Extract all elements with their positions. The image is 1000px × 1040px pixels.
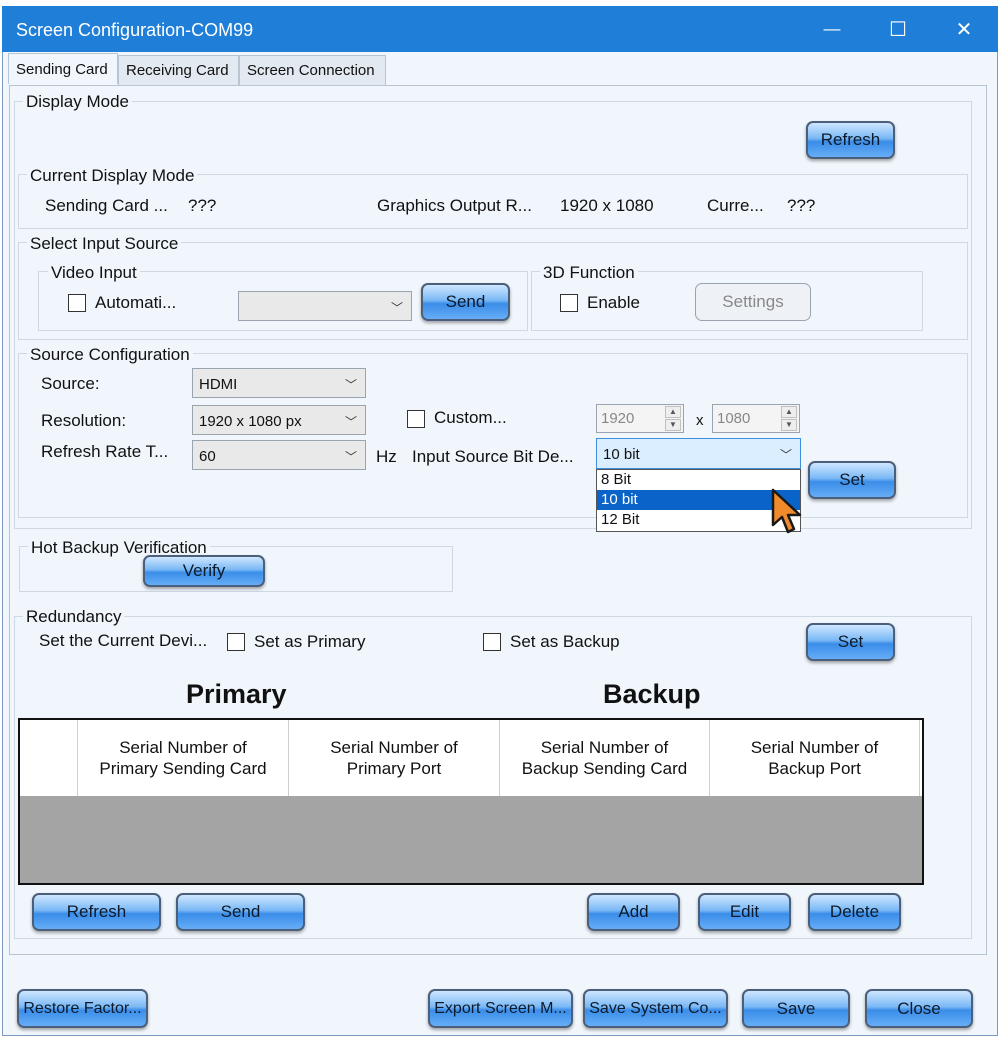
column-header-backup-port[interactable]: Serial Number of Backup Port	[710, 720, 920, 796]
set-backup-checkbox[interactable]	[483, 633, 501, 651]
current-display-mode-label: Current Display Mode	[27, 166, 198, 186]
resolution-select-value: 1920 x 1080 px	[199, 413, 302, 430]
custom-checkbox[interactable]	[407, 410, 425, 428]
chevron-down-icon: ﹀	[390, 301, 403, 315]
display-mode-label: Display Mode	[23, 92, 132, 112]
bit-depth-select[interactable]: 10 bit ﹀	[596, 438, 801, 469]
spin-up-icon[interactable]: ▲	[665, 406, 681, 418]
source-select-value: HDMI	[199, 376, 238, 393]
set-current-device-label: Set the Current Devi...	[39, 631, 208, 650]
set-primary-checkbox[interactable]	[227, 633, 245, 651]
source-label: Source:	[41, 374, 100, 393]
custom-label: Custom...	[434, 408, 507, 427]
tab-screen-connection[interactable]: Screen Connection	[239, 55, 386, 85]
edit-button[interactable]: Edit	[698, 893, 791, 931]
video-send-button[interactable]: Send	[421, 283, 510, 321]
video-input-label: Video Input	[48, 263, 140, 283]
set-backup-label: Set as Backup	[510, 632, 620, 651]
sending-card-value: ???	[188, 196, 217, 215]
custom-width-value: 1920	[601, 410, 635, 427]
spin-down-icon[interactable]: ▼	[665, 419, 681, 431]
backup-heading: Backup	[603, 679, 701, 709]
current-label: Curre...	[707, 196, 764, 215]
tab-sending-card[interactable]: Sending Card	[8, 53, 118, 84]
display-refresh-button[interactable]: Refresh	[806, 121, 895, 159]
minimize-icon[interactable]: —	[812, 14, 852, 44]
redundancy-set-button[interactable]: Set	[806, 623, 895, 661]
custom-height-value: 1080	[717, 410, 751, 427]
tab-receiving-card[interactable]: Receiving Card	[118, 55, 239, 85]
bit-depth-value: 10 bit	[603, 446, 640, 463]
delete-button[interactable]: Delete	[808, 893, 901, 931]
source-select[interactable]: HDMI ﹀	[192, 368, 366, 398]
primary-heading: Primary	[186, 679, 287, 709]
spin-up-icon[interactable]: ▲	[781, 406, 797, 418]
redundancy-label: Redundancy	[23, 607, 125, 627]
video-input-select[interactable]: ﹀	[238, 291, 412, 321]
table-header: Serial Number of Primary Sending Card Se…	[20, 720, 922, 796]
redundancy-send-button[interactable]: Send	[176, 893, 305, 931]
input-source-label: Select Input Source	[27, 234, 182, 254]
refresh-rate-label: Refresh Rate T...	[41, 442, 169, 461]
chevron-down-icon: ﹀	[344, 378, 357, 392]
redundancy-refresh-button[interactable]: Refresh	[32, 893, 161, 931]
resolution-label: Resolution:	[41, 411, 127, 430]
save-button[interactable]: Save	[742, 989, 850, 1028]
spin-down-icon[interactable]: ▼	[781, 419, 797, 431]
source-set-button[interactable]: Set	[808, 461, 896, 499]
verify-button[interactable]: Verify	[143, 555, 265, 587]
export-screen-button[interactable]: Export Screen M...	[428, 989, 573, 1028]
close-button[interactable]: Close	[865, 989, 973, 1028]
current-value: ???	[787, 196, 816, 215]
3d-function-label: 3D Function	[540, 263, 638, 283]
title-bar: Screen Configuration-COM99 — ☐ ✕	[2, 6, 998, 52]
resolution-select[interactable]: 1920 x 1080 px ﹀	[192, 405, 366, 435]
chevron-down-icon: ﹀	[344, 415, 357, 429]
column-header-primary-card[interactable]: Serial Number of Primary Sending Card	[78, 720, 289, 796]
restore-factory-button[interactable]: Restore Factor...	[17, 989, 148, 1028]
3d-enable-checkbox[interactable]	[560, 294, 578, 312]
maximize-icon[interactable]: ☐	[878, 14, 918, 44]
sending-card-label: Sending Card ...	[45, 196, 168, 215]
refresh-rate-select[interactable]: 60 ﹀	[192, 440, 366, 470]
save-system-config-button[interactable]: Save System Co...	[583, 989, 728, 1028]
column-header-backup-card[interactable]: Serial Number of Backup Sending Card	[500, 720, 710, 796]
chevron-down-icon: ﹀	[344, 450, 357, 464]
close-icon[interactable]: ✕	[944, 14, 984, 44]
mouse-cursor-icon	[771, 488, 802, 534]
hz-label: Hz	[376, 447, 397, 466]
column-header-primary-port[interactable]: Serial Number of Primary Port	[289, 720, 500, 796]
automatic-checkbox[interactable]	[68, 294, 86, 312]
set-primary-label: Set as Primary	[254, 632, 366, 651]
graphics-output-label: Graphics Output R...	[377, 196, 532, 215]
bit-depth-label: Input Source Bit De...	[412, 447, 574, 466]
add-button[interactable]: Add	[587, 893, 680, 931]
3d-enable-label: Enable	[587, 293, 640, 312]
refresh-rate-value: 60	[199, 448, 216, 465]
automatic-label: Automati...	[95, 293, 177, 312]
chevron-down-icon: ﹀	[779, 448, 792, 462]
column-header-index[interactable]	[20, 720, 78, 796]
graphics-output-value: 1920 x 1080	[560, 196, 654, 215]
custom-height-spinner[interactable]: 1080 ▲ ▼	[712, 404, 800, 433]
3d-settings-button[interactable]: Settings	[695, 283, 811, 321]
custom-width-spinner[interactable]: 1920 ▲ ▼	[596, 404, 684, 433]
times-label: x	[696, 412, 704, 429]
source-config-label: Source Configuration	[27, 345, 193, 365]
window-title: Screen Configuration-COM99	[16, 20, 254, 40]
redundancy-table[interactable]: Serial Number of Primary Sending Card Se…	[18, 718, 924, 885]
